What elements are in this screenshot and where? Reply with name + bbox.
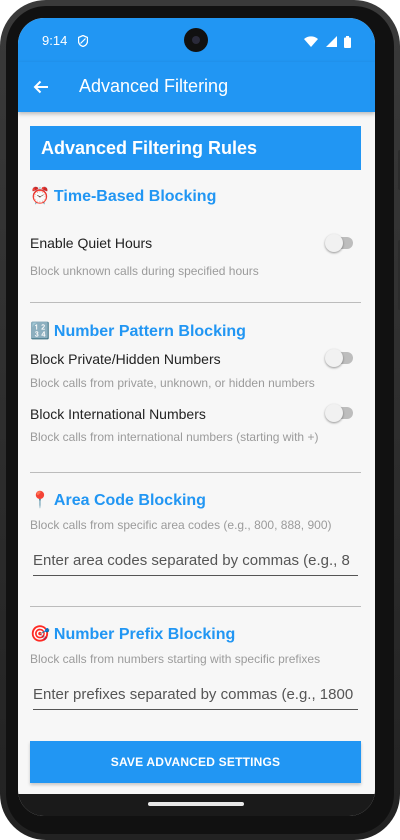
section-title-pattern-text: Number Pattern Blocking [53, 323, 246, 340]
international-numbers-desc: Block calls from international numbers (… [30, 430, 319, 444]
divider [30, 302, 361, 303]
settings-content: Advanced Filtering Rules ⏰ Time-Based Blo… [30, 126, 361, 783]
private-numbers-desc: Block calls from private, unknown, or hi… [30, 376, 315, 390]
numbers-icon: 🔢 [30, 323, 50, 340]
section-title-pattern: 🔢 Number Pattern Blocking [30, 321, 246, 341]
status-bar: 9:14 [18, 18, 375, 62]
prefix-input[interactable] [33, 681, 358, 710]
toolbar-title: Advanced Filtering [79, 76, 229, 96]
area-code-input[interactable] [33, 547, 358, 576]
shield-icon [77, 34, 89, 52]
quiet-hours-desc: Block unknown calls during specified hou… [30, 264, 259, 278]
quiet-hours-toggle[interactable] [325, 234, 353, 252]
area-code-desc: Block calls from specific area codes (e.… [30, 518, 332, 532]
section-title-area-text: Area Code Blocking [53, 492, 206, 509]
private-numbers-label: Block Private/Hidden Numbers [30, 351, 221, 367]
section-title-prefix-text: Number Prefix Blocking [53, 626, 236, 643]
app-screen: 9:14 Advanced Filtering Advanced Filteri… [18, 18, 375, 816]
alarm-clock-icon: ⏰ [30, 188, 50, 205]
quiet-hours-label: Enable Quiet Hours [30, 235, 153, 251]
save-advanced-settings-button[interactable]: SAVE ADVANCED SETTINGS [30, 741, 361, 783]
rules-banner: Advanced Filtering Rules [30, 126, 361, 170]
app-toolbar: Advanced Filtering [18, 62, 375, 112]
target-icon: 🎯 [30, 626, 50, 643]
home-gesture-handle[interactable] [148, 802, 244, 806]
status-icons [301, 33, 351, 51]
back-button[interactable] [28, 74, 54, 100]
international-numbers-label: Block International Numbers [30, 406, 206, 422]
wifi-icon [304, 36, 319, 48]
divider [30, 472, 361, 473]
front-camera [184, 28, 208, 52]
pin-icon: 📍 [30, 492, 50, 509]
status-time: 9:14 [42, 33, 68, 48]
prefix-desc: Block calls from numbers starting with s… [30, 652, 321, 666]
arrow-back-icon [33, 80, 48, 94]
signal-icon [325, 36, 337, 48]
phone-frame: 9:14 Advanced Filtering Advanced Filteri… [0, 0, 400, 840]
section-title-time-text: Time-Based Blocking [53, 188, 217, 205]
section-title-prefix: 🎯 Number Prefix Blocking [30, 624, 235, 644]
international-numbers-toggle[interactable] [325, 404, 353, 422]
section-title-time: ⏰ Time-Based Blocking [30, 186, 216, 206]
battery-icon [344, 35, 351, 48]
section-title-area: 📍 Area Code Blocking [30, 490, 206, 510]
divider [30, 606, 361, 607]
private-numbers-toggle[interactable] [325, 349, 353, 367]
navigation-bar [18, 794, 375, 816]
